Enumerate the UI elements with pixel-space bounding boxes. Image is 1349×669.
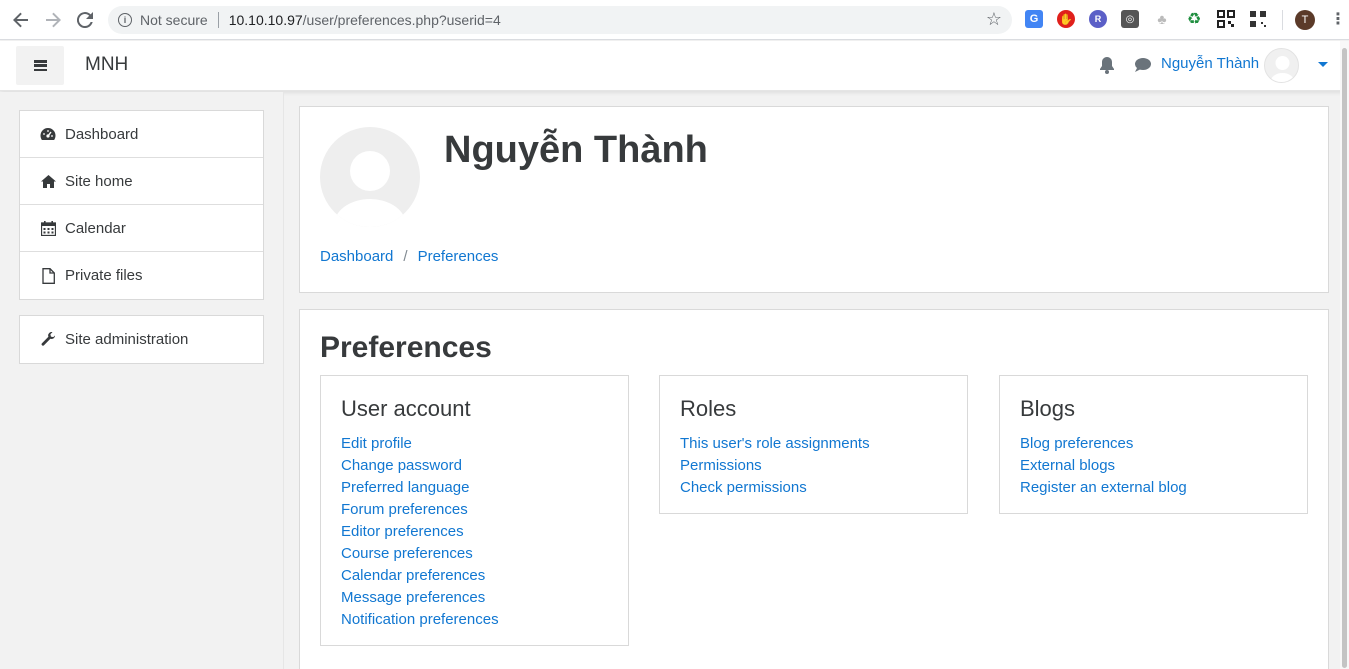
notification-preferences-link[interactable]: Notification preferences — [341, 609, 608, 631]
edit-profile-link[interactable]: Edit profile — [341, 433, 608, 455]
sidebar-item-dashboard[interactable]: Dashboard — [20, 111, 263, 158]
preferred-language-link[interactable]: Preferred language — [341, 477, 608, 499]
section-title: Blogs — [1020, 396, 1076, 421]
breadcrumb: Dashboard / Preferences — [320, 248, 498, 265]
nav-drawer: Dashboard Site home Calendar Private fil… — [0, 92, 284, 669]
calendar-preferences-link[interactable]: Calendar preferences — [341, 565, 608, 587]
info-icon[interactable]: i — [118, 13, 132, 27]
qr-code-extension-icon[interactable] — [1217, 10, 1235, 28]
bookmark-star-icon[interactable]: ☆ — [986, 9, 1002, 30]
messages-icon[interactable] — [1134, 57, 1152, 73]
breadcrumb-divider: / — [403, 248, 408, 265]
file-icon — [40, 267, 56, 284]
editor-preferences-link[interactable]: Editor preferences — [341, 521, 608, 543]
sidebar-item-label: Private files — [65, 267, 143, 284]
roles-section: Roles This user's role assignments Permi… — [659, 375, 968, 514]
page-header: Nguyễn Thành Dashboard / Preferences — [299, 106, 1329, 293]
breadcrumb-dashboard-link[interactable]: Dashboard — [320, 248, 393, 265]
user-avatar[interactable] — [1264, 48, 1299, 83]
change-password-link[interactable]: Change password — [341, 455, 608, 477]
notification-bell-icon[interactable] — [1099, 56, 1115, 74]
omnibox-divider — [217, 12, 219, 28]
hamburger-icon — [33, 60, 47, 71]
address-bar[interactable]: i Not secure 10.10.10.97/user/preference… — [108, 6, 1012, 34]
browser-profile-avatar[interactable]: T — [1295, 10, 1315, 30]
user-account-section: User account Edit profile Change passwor… — [320, 375, 629, 646]
translate-extension-icon[interactable]: G — [1025, 10, 1043, 28]
sidebar-item-label: Calendar — [65, 219, 126, 237]
forum-preferences-link[interactable]: Forum preferences — [341, 499, 608, 521]
role-assignments-link[interactable]: This user's role assignments — [680, 433, 947, 455]
calendar-icon — [40, 220, 56, 236]
react-extension-icon[interactable]: R — [1089, 10, 1107, 28]
url-host: 10.10.10.97 — [228, 12, 303, 28]
lightbulb-extension-icon[interactable]: ◎ — [1121, 10, 1139, 28]
site-navbar: MNH Nguyễn Thành — [0, 41, 1349, 91]
external-blogs-link[interactable]: External blogs — [1020, 455, 1287, 477]
back-icon[interactable] — [10, 9, 32, 31]
page-title: Nguyễn Thành — [444, 129, 708, 171]
adblock-extension-icon[interactable]: ✋ — [1057, 10, 1075, 28]
permissions-link[interactable]: Permissions — [680, 455, 947, 477]
drawer-toggle-button[interactable] — [16, 46, 64, 85]
url-path: /user/preferences.php?userid=4 — [302, 12, 501, 28]
forward-icon[interactable] — [42, 9, 64, 31]
section-title: Roles — [680, 396, 737, 421]
message-preferences-link[interactable]: Message preferences — [341, 587, 608, 609]
admin-nav-group: Site administration — [19, 315, 264, 364]
preferences-heading: Preferences — [320, 331, 492, 364]
browser-toolbar: i Not secure 10.10.10.97/user/preference… — [0, 0, 1349, 40]
home-icon — [40, 173, 56, 189]
page-scrollbar-thumb[interactable] — [1342, 48, 1347, 668]
security-label: Not secure — [140, 12, 208, 28]
profile-picture[interactable] — [320, 127, 420, 227]
register-external-blog-link[interactable]: Register an external blog — [1020, 477, 1287, 499]
reload-icon[interactable] — [74, 9, 96, 31]
sidebar-item-site-home[interactable]: Site home — [20, 158, 263, 205]
blogs-section: Blogs Blog preferences External blogs Re… — [999, 375, 1308, 514]
blog-preferences-link[interactable]: Blog preferences — [1020, 433, 1287, 455]
chevron-down-icon[interactable] — [1318, 62, 1328, 67]
breadcrumb-preferences-link[interactable]: Preferences — [418, 248, 499, 265]
region-main: Preferences User account Edit profile Ch… — [299, 309, 1329, 669]
toolbar-divider — [1282, 10, 1283, 30]
browser-menu-icon[interactable]: ⋮ — [1330, 9, 1346, 29]
course-preferences-link[interactable]: Course preferences — [341, 543, 608, 565]
sidebar-item-calendar[interactable]: Calendar — [20, 205, 263, 252]
sidebar-item-label: Site home — [65, 172, 133, 190]
sidebar-item-label: Site administration — [65, 331, 189, 348]
check-permissions-link[interactable]: Check permissions — [680, 477, 947, 499]
sidebar-item-label: Dashboard — [65, 125, 139, 143]
qr-scanner-extension-icon[interactable] — [1249, 10, 1267, 28]
user-menu-name[interactable]: Nguyễn Thành — [1161, 55, 1259, 72]
tree-extension-icon[interactable]: ♣ — [1153, 10, 1171, 28]
section-title: User account — [341, 396, 471, 421]
site-name-link[interactable]: MNH — [85, 54, 128, 76]
sidebar-item-private-files[interactable]: Private files — [20, 252, 263, 299]
dashboard-icon — [40, 126, 56, 142]
wrench-icon — [40, 332, 56, 348]
sidebar-item-site-administration[interactable]: Site administration — [20, 316, 263, 363]
recycle-extension-icon[interactable]: ♻ — [1185, 10, 1203, 28]
primary-nav-group: Dashboard Site home Calendar Private fil… — [19, 110, 264, 300]
